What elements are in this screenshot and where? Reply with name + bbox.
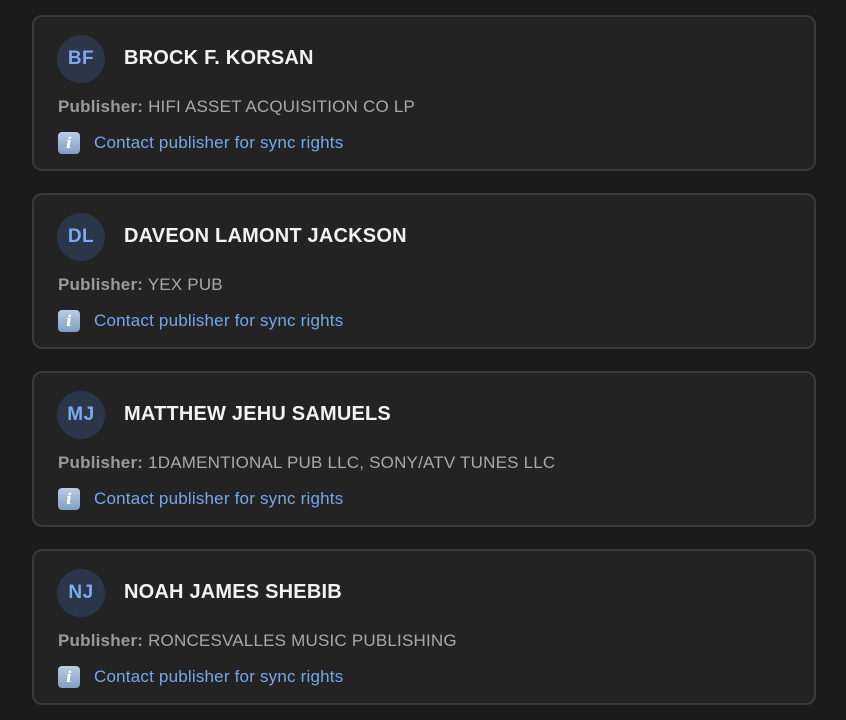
publisher-label: Publisher:: [58, 631, 144, 650]
publisher-line: Publisher: HIFI ASSET ACQUISITION CO LP: [58, 97, 415, 117]
publisher-label: Publisher:: [58, 275, 144, 294]
writer-name: MATTHEW JEHU SAMUELS: [124, 403, 391, 425]
publisher-label: Publisher:: [58, 453, 144, 472]
avatar: NJ: [57, 569, 105, 617]
avatar: MJ: [57, 391, 105, 439]
writer-card: MJ MATTHEW JEHU SAMUELS Publisher: 1DAME…: [32, 371, 816, 527]
publisher-label: Publisher:: [58, 97, 144, 116]
writer-card: NJ NOAH JAMES SHEBIB Publisher: RONCESVA…: [32, 549, 816, 705]
publisher-value: YEX PUB: [147, 275, 223, 294]
contact-publisher-link[interactable]: Contact publisher for sync rights: [94, 133, 343, 153]
writer-card: DL DAVEON LAMONT JACKSON Publisher: YEX …: [32, 193, 816, 349]
publisher-value: 1DAMENTIONAL PUB LLC, SONY/ATV TUNES LLC: [148, 453, 556, 472]
publisher-value: RONCESVALLES MUSIC PUBLISHING: [148, 631, 457, 650]
avatar: BF: [57, 35, 105, 83]
info-icon: i: [58, 132, 80, 154]
writer-list: BF BROCK F. KORSAN Publisher: HIFI ASSET…: [0, 0, 846, 720]
contact-publisher-row: i Contact publisher for sync rights: [58, 488, 343, 510]
publisher-line: Publisher: RONCESVALLES MUSIC PUBLISHING: [58, 631, 457, 651]
writer-name: BROCK F. KORSAN: [124, 47, 314, 69]
writer-card: BF BROCK F. KORSAN Publisher: HIFI ASSET…: [32, 15, 816, 171]
contact-publisher-link[interactable]: Contact publisher for sync rights: [94, 489, 343, 509]
publisher-value: HIFI ASSET ACQUISITION CO LP: [148, 97, 416, 116]
contact-publisher-link[interactable]: Contact publisher for sync rights: [94, 311, 343, 331]
info-icon: i: [58, 666, 80, 688]
contact-publisher-row: i Contact publisher for sync rights: [58, 310, 343, 332]
publisher-line: Publisher: YEX PUB: [58, 275, 223, 295]
contact-publisher-link[interactable]: Contact publisher for sync rights: [94, 667, 343, 687]
info-icon: i: [58, 310, 80, 332]
writer-name: NOAH JAMES SHEBIB: [124, 581, 342, 603]
contact-publisher-row: i Contact publisher for sync rights: [58, 666, 343, 688]
avatar: DL: [57, 213, 105, 261]
contact-publisher-row: i Contact publisher for sync rights: [58, 132, 343, 154]
publisher-line: Publisher: 1DAMENTIONAL PUB LLC, SONY/AT…: [58, 453, 555, 473]
info-icon: i: [58, 488, 80, 510]
writer-name: DAVEON LAMONT JACKSON: [124, 225, 407, 247]
